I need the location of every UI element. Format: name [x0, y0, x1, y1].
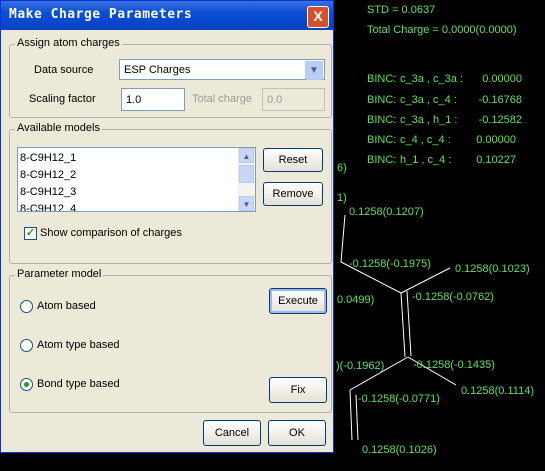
bond: [400, 267, 451, 294]
scaling-factor-input[interactable]: 1.0: [121, 88, 185, 111]
list-item[interactable]: 8-C9H12_4: [18, 201, 255, 211]
scaling-factor-label: Scaling factor: [29, 93, 96, 105]
remove-button[interactable]: Remove: [263, 182, 323, 206]
scroll-down-icon[interactable]: ▼: [239, 196, 254, 211]
scroll-up-icon[interactable]: ▲: [239, 148, 254, 163]
parameter-model-legend: Parameter model: [15, 268, 104, 280]
binc-value: 0.00000: [476, 134, 516, 146]
atom-charge-label: 0.0499): [337, 294, 375, 306]
reset-button[interactable]: Reset: [263, 148, 323, 172]
binc-value: 0.00000: [482, 73, 522, 85]
total-charge-label: Total charge: [192, 93, 252, 105]
atom-charge-label: -0.1258(-0.0771): [358, 393, 440, 405]
binc-pair: c_3a , c_4 :: [400, 94, 457, 106]
atom-charge-label: 0.1258(0.1114): [461, 385, 534, 397]
bond: [400, 292, 406, 358]
chevron-down-icon[interactable]: ▼: [305, 61, 323, 80]
total-charge-text: Total Charge = 0.0000(0.0000): [367, 24, 517, 36]
models-list[interactable]: 8-C9H12_1 8-C9H12_2 8-C9H12_3 8-C9H12_4 …: [17, 147, 256, 212]
binc-value: -0.12582: [478, 114, 522, 126]
atom-charge-label: 0.1258(0.1026): [362, 444, 437, 456]
binc-pair: c_4 , c_4 :: [400, 134, 451, 146]
binc-pair: c_3a , h_1 :: [400, 114, 458, 126]
atom-charge-label: -0.1258(-0.0762): [412, 291, 494, 303]
make-charge-parameters-dialog: Make Charge Parameters X Assign atom cha…: [0, 0, 334, 453]
close-button[interactable]: X: [307, 6, 329, 28]
atom-based-radio[interactable]: [20, 300, 33, 313]
dialog-title: Make Charge Parameters: [9, 7, 193, 22]
list-item[interactable]: 8-C9H12_1: [18, 150, 255, 167]
binc-label: BINC:: [367, 154, 397, 166]
show-comparison-label: Show comparison of charges: [40, 227, 182, 239]
atom-charge-label: -0.1258(-0.1975): [349, 258, 431, 270]
binc-value: 0.10227: [476, 154, 516, 166]
show-comparison-checkbox[interactable]: ✓: [24, 227, 37, 240]
atom-charge-label: -0.1258(-0.1435): [413, 359, 495, 371]
assign-charges-legend: Assign atom charges: [15, 37, 122, 49]
binc-label: BINC:: [367, 134, 397, 146]
binc-pair: h_1 , c_4 :: [400, 154, 452, 166]
scroll-thumb[interactable]: [239, 165, 254, 183]
data-source-select[interactable]: ESP Charges ▼: [119, 59, 325, 80]
available-models-legend: Available models: [15, 122, 102, 134]
execute-button[interactable]: Execute: [269, 288, 327, 314]
list-item[interactable]: 8-C9H12_2: [18, 167, 255, 184]
atom-charge-label: 1): [337, 192, 347, 204]
bond: [406, 290, 412, 357]
models-scrollbar[interactable]: ▲ ▼: [238, 148, 255, 211]
atom-type-based-radio[interactable]: [20, 339, 33, 352]
atom-charge-label: 6): [337, 162, 347, 174]
binc-label: BINC:: [367, 94, 397, 106]
binc-pair: c_3a , c_3a :: [400, 73, 463, 85]
list-item[interactable]: 8-C9H12_3: [18, 184, 255, 201]
binc-label: BINC:: [367, 73, 397, 85]
atom-charge-label: 0.1258(0.1023): [455, 263, 530, 275]
binc-label: BINC:: [367, 114, 397, 126]
atom-charge-label: )(-0.1962): [336, 360, 385, 372]
atom-charge-label: 0.1258(0.1207): [349, 206, 424, 218]
bond-type-based-label: Bond type based: [37, 378, 120, 390]
total-charge-input: 0.0: [262, 88, 325, 111]
data-source-value: ESP Charges: [124, 64, 191, 76]
data-source-label: Data source: [34, 64, 94, 76]
atom-type-based-label: Atom type based: [37, 339, 120, 351]
bond: [349, 389, 353, 441]
radio-selected-dot: [24, 382, 29, 387]
ok-button[interactable]: OK: [268, 420, 326, 446]
bond-type-based-radio[interactable]: [20, 378, 33, 391]
atom-based-label: Atom based: [37, 300, 96, 312]
cancel-button[interactable]: Cancel: [203, 420, 261, 446]
std-text: STD = 0.0637: [367, 4, 436, 16]
fix-button[interactable]: Fix: [269, 377, 327, 403]
bond: [340, 214, 346, 263]
dialog-titlebar[interactable]: Make Charge Parameters X: [1, 1, 333, 30]
binc-value: -0.16768: [478, 94, 522, 106]
